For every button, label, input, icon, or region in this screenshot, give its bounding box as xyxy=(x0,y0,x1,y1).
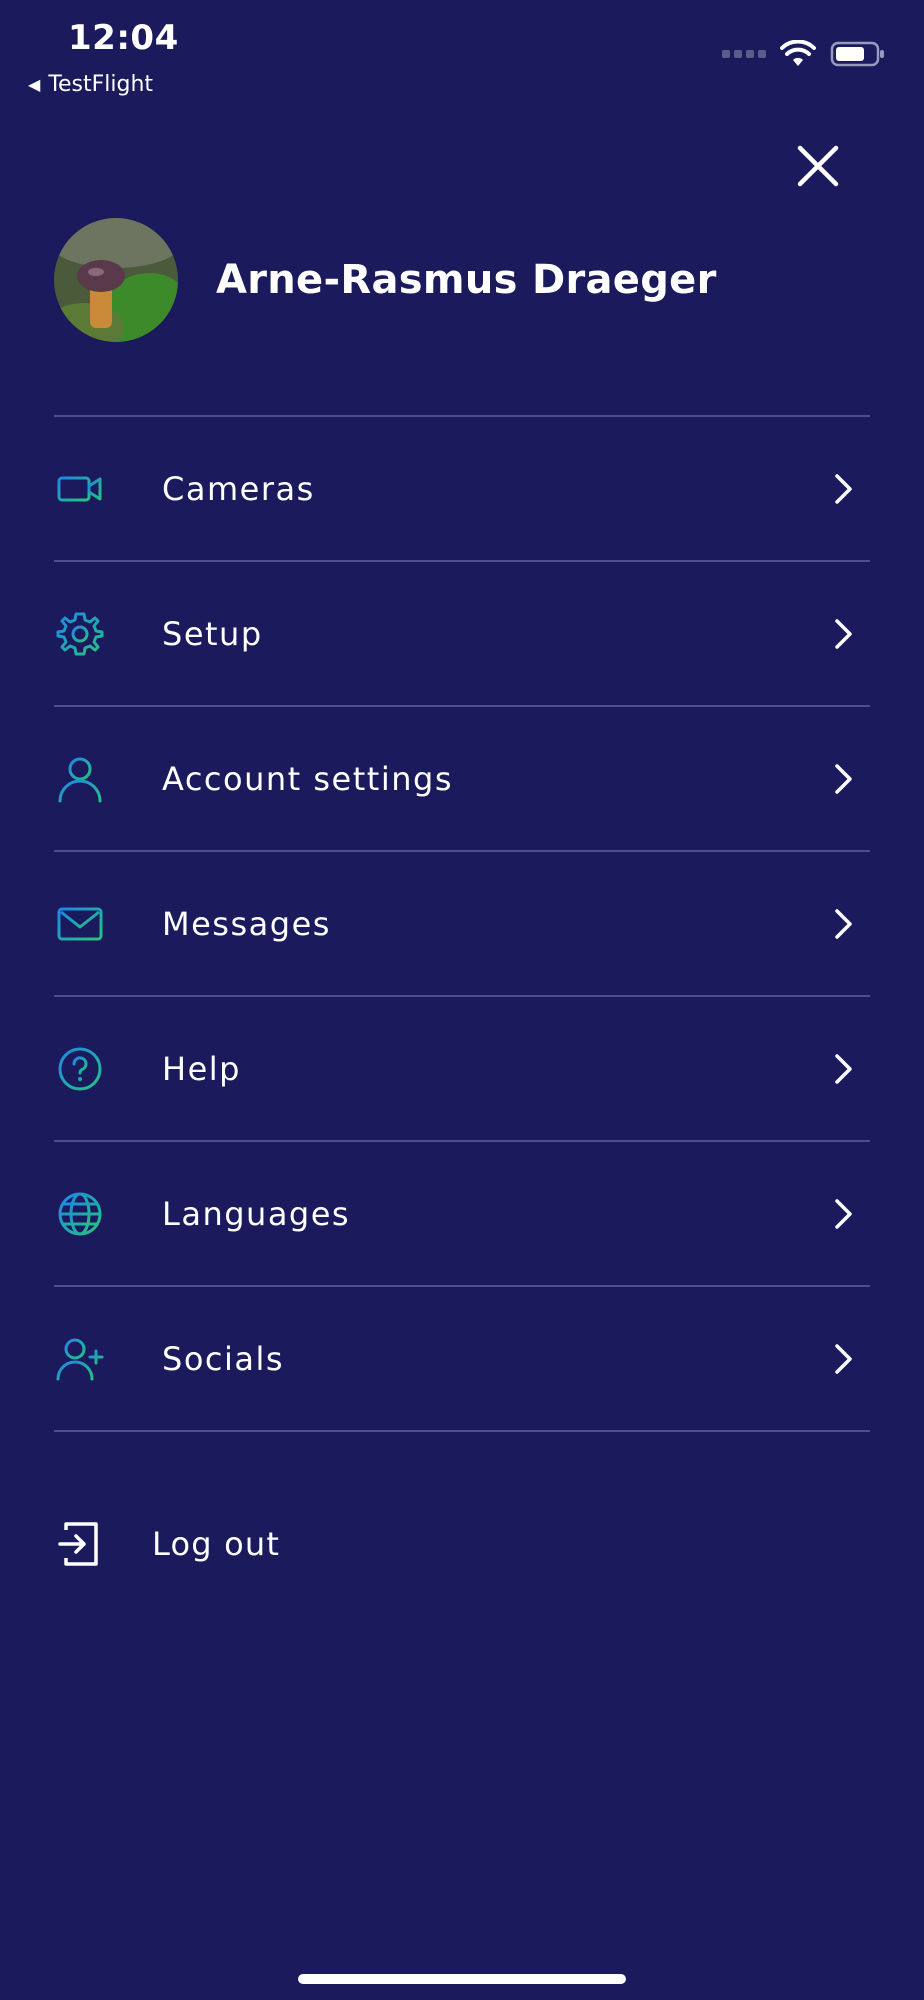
user-icon xyxy=(56,755,104,803)
envelope-icon xyxy=(56,900,104,948)
logout-button[interactable]: Log out xyxy=(56,1520,280,1568)
menu-item-messages[interactable]: Messages xyxy=(54,852,870,997)
chevron-right-icon xyxy=(835,618,852,649)
menu-item-help[interactable]: Help xyxy=(54,997,870,1142)
back-app-label: TestFlight xyxy=(48,72,154,97)
cellular-signal-icon xyxy=(722,50,766,58)
profile-header[interactable]: Arne-Rasmus Draeger xyxy=(54,218,717,342)
menu-item-label: Cameras xyxy=(162,469,315,508)
close-button[interactable] xyxy=(790,138,846,194)
wifi-icon xyxy=(780,40,816,66)
video-camera-icon xyxy=(56,465,104,513)
menu-item-label: Account settings xyxy=(162,759,453,798)
user-plus-icon xyxy=(56,1335,104,1383)
menu-item-label: Setup xyxy=(162,614,263,653)
status-time: 12:04 xyxy=(68,18,179,58)
menu-item-label: Help xyxy=(162,1049,241,1088)
menu-item-label: Messages xyxy=(162,904,331,943)
chevron-right-icon xyxy=(835,1053,852,1084)
help-circle-icon xyxy=(56,1045,104,1093)
avatar-photo xyxy=(54,218,178,342)
status-bar: 12:04 ◀ TestFlight xyxy=(0,0,924,110)
logout-icon xyxy=(58,1522,98,1566)
battery-icon xyxy=(830,41,884,67)
back-triangle-icon: ◀ xyxy=(28,75,41,94)
back-to-app-link[interactable]: ◀ TestFlight xyxy=(28,72,153,97)
menu-item-cameras[interactable]: Cameras xyxy=(54,417,870,562)
profile-name: Arne-Rasmus Draeger xyxy=(216,257,717,303)
close-icon xyxy=(797,145,839,187)
menu-item-account-settings[interactable]: Account settings xyxy=(54,707,870,852)
avatar[interactable] xyxy=(54,218,178,342)
chevron-right-icon xyxy=(835,908,852,939)
chevron-right-icon xyxy=(835,473,852,504)
menu-item-languages[interactable]: Languages xyxy=(54,1142,870,1287)
chevron-right-icon xyxy=(835,763,852,794)
menu-item-label: Socials xyxy=(162,1339,285,1378)
status-icons xyxy=(722,40,886,68)
logout-label: Log out xyxy=(152,1525,281,1563)
globe-icon xyxy=(56,1190,104,1238)
menu-item-setup[interactable]: Setup xyxy=(54,562,870,707)
menu-item-label: Languages xyxy=(162,1194,351,1233)
gear-icon xyxy=(56,610,104,658)
home-indicator[interactable] xyxy=(298,1974,626,1984)
chevron-right-icon xyxy=(835,1198,852,1229)
menu-item-socials[interactable]: Socials xyxy=(54,1287,870,1432)
main-menu: Cameras Setup Account settings Messages … xyxy=(54,415,870,1432)
chevron-right-icon xyxy=(835,1343,852,1374)
